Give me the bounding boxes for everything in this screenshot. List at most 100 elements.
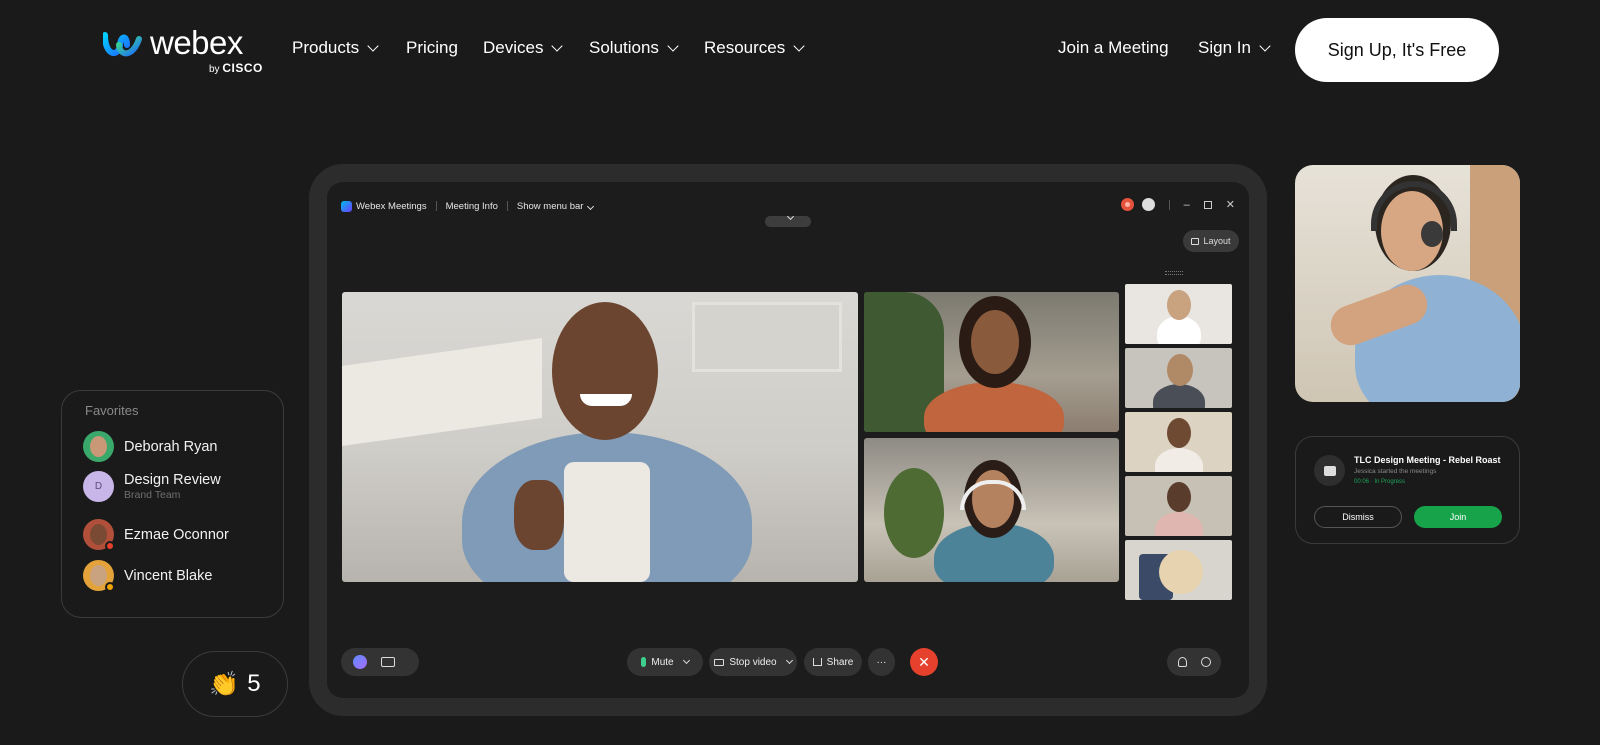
favorite-name: Deborah Ryan (124, 438, 218, 455)
participant-thumbnail-4[interactable] (1125, 476, 1232, 536)
chevron-down-icon (793, 40, 805, 52)
avatar (83, 431, 114, 462)
dog (1159, 550, 1203, 594)
nav-devices-label: Devices (483, 38, 544, 57)
favorite-name: Ezmae Oconnor (124, 526, 229, 543)
nav-resources[interactable]: Resources (704, 38, 805, 58)
recording-icon[interactable] (1120, 198, 1134, 211)
webex-logo[interactable]: webex by CISCO (103, 24, 263, 76)
thumb-face (1167, 482, 1191, 512)
chevron-down-icon (587, 202, 595, 210)
drag-handle[interactable] (1165, 271, 1183, 275)
nav-devices[interactable]: Devices (483, 38, 564, 58)
sign-in-menu[interactable]: Sign In (1198, 38, 1271, 58)
layout-icon (1191, 237, 1200, 245)
favorite-text: Design Review Brand Team (124, 472, 221, 501)
reaction-counter[interactable]: 👏 5 (182, 651, 288, 717)
meeting-titlebar: Webex Meetings Meeting Info Show menu ba… (341, 196, 1235, 216)
join-meeting-label: Join a Meeting (1058, 38, 1169, 57)
layout-label: Layout (1203, 236, 1231, 246)
favorite-name: Design Review (124, 472, 221, 488)
favorite-item[interactable]: Deborah Ryan (83, 431, 218, 462)
divider (1168, 199, 1170, 210)
speaker-tshirt (564, 462, 650, 582)
meeting-control-bar: Mute Stop video Share ··· ✕ (327, 648, 1249, 676)
nav-pricing[interactable]: Pricing (406, 38, 458, 58)
captions-icon[interactable] (381, 657, 395, 667)
show-menu-bar-label: Show menu bar (516, 200, 584, 212)
participant-thumbnail-1[interactable] (1125, 284, 1232, 344)
mute-button[interactable]: Mute (627, 648, 703, 676)
participant-thumbnail-5[interactable] (1125, 540, 1232, 600)
thumb-face (1167, 290, 1191, 320)
show-menu-bar-button[interactable]: Show menu bar (516, 200, 595, 212)
participant-thumbnail-3[interactable] (1125, 412, 1232, 472)
meeting-info-button[interactable]: Meeting Info (446, 201, 498, 212)
maximize-icon[interactable] (1203, 200, 1212, 209)
logo-wordmark: webex (150, 24, 243, 61)
reaction-count: 5 (247, 670, 261, 697)
participants-icon[interactable] (1177, 657, 1187, 667)
divider (435, 201, 437, 211)
nav-solutions[interactable]: Solutions (589, 38, 679, 58)
participant-video-1[interactable] (864, 292, 1119, 432)
more-options-button[interactable]: ··· (868, 648, 895, 676)
meeting-device-frame: Webex Meetings Meeting Info Show menu ba… (309, 164, 1267, 716)
notification-subtitle: Jessica started the meetings (1354, 468, 1437, 475)
participant-video-2[interactable] (864, 438, 1119, 582)
notification-title: TLC Design Meeting - Rebel Roast (1354, 455, 1501, 465)
dismiss-button[interactable]: Dismiss (1314, 506, 1402, 528)
assistant-and-captions (341, 648, 419, 676)
annotate-icon[interactable] (1141, 198, 1155, 211)
collapse-tab[interactable] (765, 212, 811, 227)
favorite-item[interactable]: Ezmae Oconnor (83, 519, 229, 551)
share-button[interactable]: Share (804, 648, 862, 676)
webex-app-icon (341, 200, 352, 212)
stop-video-button[interactable]: Stop video (709, 648, 797, 676)
ai-assistant-icon[interactable] (353, 655, 367, 669)
favorite-subtitle: Brand Team (124, 489, 181, 501)
calendar-icon (1314, 455, 1345, 486)
favorite-item[interactable]: D Design Review Brand Team (83, 471, 221, 502)
participant-thumbnail-2[interactable] (1125, 348, 1232, 408)
thumb-face (1167, 418, 1191, 448)
plant (884, 468, 944, 558)
thumb-body (1155, 512, 1203, 536)
end-call-button[interactable]: ✕ (910, 648, 938, 676)
signup-button[interactable]: Sign Up, It's Free (1295, 18, 1499, 82)
thumb-body (1153, 384, 1205, 408)
wall-frame (692, 302, 842, 372)
notification-status: 00:06 · In Progress (1354, 479, 1406, 485)
avatar (83, 519, 115, 551)
avatar (83, 560, 115, 592)
chevron-down-icon (785, 656, 793, 665)
share-icon (812, 658, 822, 666)
sign-in-label: Sign In (1198, 38, 1251, 57)
chevron-down-icon (551, 40, 564, 52)
nav-products[interactable]: Products (292, 38, 379, 58)
active-speaker-video[interactable] (342, 292, 858, 582)
favorites-panel: Favorites Deborah Ryan D Design Review B… (61, 390, 284, 618)
chevron-down-icon (1259, 40, 1271, 52)
favorite-name: Vincent Blake (124, 567, 213, 584)
chat-icon[interactable] (1200, 657, 1211, 667)
clapping-hands-icon: 👏 (209, 670, 240, 698)
thumb-face (1167, 354, 1193, 386)
microphone-icon (641, 657, 647, 667)
favorites-title: Favorites (85, 403, 139, 418)
minimize-icon[interactable]: – (1184, 199, 1190, 211)
camera-icon (714, 658, 725, 666)
chevron-down-icon (667, 40, 679, 52)
favorite-item[interactable]: Vincent Blake (83, 560, 213, 592)
join-meeting-link[interactable]: Join a Meeting (1058, 38, 1169, 58)
chevron-down-icon (682, 656, 690, 665)
app-name: Webex Meetings (356, 200, 427, 212)
close-icon[interactable]: ✕ (1226, 198, 1235, 211)
join-button[interactable]: Join (1414, 506, 1502, 528)
shelf-background (342, 337, 542, 447)
meeting-notification: TLC Design Meeting - Rebel Roast Jessica… (1295, 436, 1520, 544)
webex-logo-icon (103, 32, 142, 57)
layout-button[interactable]: Layout (1183, 230, 1239, 252)
participants-and-chat (1167, 648, 1221, 676)
chevron-down-icon (367, 40, 379, 52)
